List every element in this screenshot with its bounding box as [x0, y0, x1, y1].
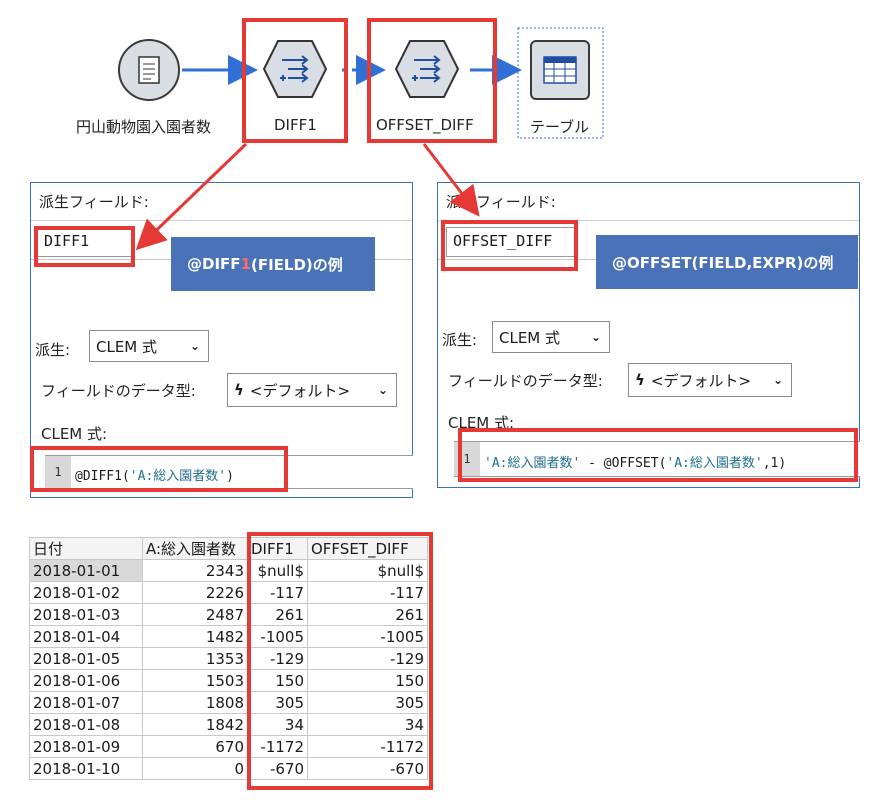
chevron-down-icon: ⌄: [189, 339, 200, 353]
col-header-visitors: A:総入園者数: [142, 537, 248, 560]
lightning-icon: ϟ: [635, 371, 645, 389]
lightning-icon: ϟ: [234, 381, 244, 399]
data-type-label: フィールドのデータ型:: [41, 382, 196, 400]
data-type-select[interactable]: ϟ <デフォルト> ⌄: [628, 363, 792, 397]
data-type-select[interactable]: ϟ <デフォルト> ⌄: [227, 373, 397, 407]
clem-label: CLEM 式:: [41, 425, 108, 443]
highlight-diff-columns: [247, 532, 433, 790]
chevron-down-icon: ⌄: [377, 383, 388, 397]
col-header-date: 日付: [29, 537, 143, 560]
derive-type-select[interactable]: CLEM 式 ⌄: [492, 321, 610, 353]
data-type-label: フィールドのデータ型:: [448, 372, 603, 390]
chevron-down-icon: ⌄: [590, 330, 601, 344]
chevron-down-icon: ⌄: [772, 373, 783, 387]
derive-type-select[interactable]: CLEM 式 ⌄: [89, 330, 209, 362]
derive-label: 派生:: [35, 341, 71, 359]
derive-label: 派生:: [442, 331, 478, 349]
pointer-arrows: [135, 142, 480, 251]
highlight-clem-diff1: [30, 446, 288, 492]
highlight-clem-offset: [458, 428, 858, 482]
